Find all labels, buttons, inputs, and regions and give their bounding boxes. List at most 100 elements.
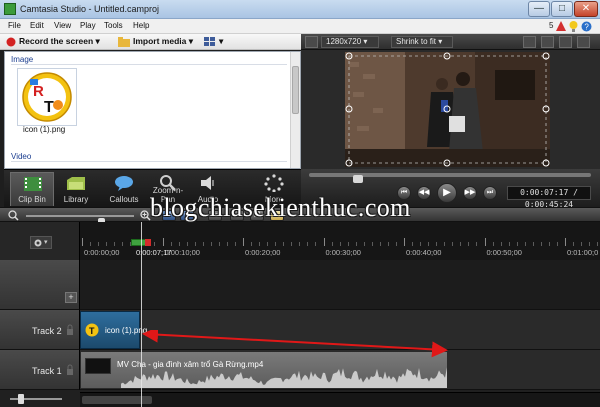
icon-image-thumbnail: R T: [22, 72, 72, 122]
detach-preview-button[interactable]: [559, 36, 572, 48]
ruler-minor-tick: [307, 242, 309, 246]
ruler-minor-tick: [291, 242, 293, 246]
timeline-zoom-slider[interactable]: [26, 215, 134, 228]
ruler-minor-tick: [436, 242, 438, 246]
ruler-minor-tick: [492, 242, 494, 246]
menu-tools[interactable]: Tools: [104, 21, 123, 30]
ruler-minor-tick: [194, 242, 196, 246]
notification-count: 5: [549, 21, 554, 30]
tab-label: Clip Bin: [18, 195, 46, 204]
video-frame[interactable]: [345, 52, 550, 167]
ruler-minor-tick: [106, 242, 108, 246]
ruler-minor-tick: [170, 242, 172, 246]
canvas-dimensions-dropdown[interactable]: 1280x720 ▾: [321, 36, 379, 48]
canvas-options-button[interactable]: [305, 36, 318, 48]
track-1-label: Track 1: [32, 366, 62, 376]
gear-icon: [34, 239, 42, 247]
menu-bar: File Edit View Play Tools Help 5 ?: [0, 19, 600, 34]
maximize-button[interactable]: □: [551, 1, 573, 17]
ruler-minor-tick: [299, 242, 301, 246]
ruler-minor-tick: [548, 242, 550, 246]
close-button[interactable]: ✕: [574, 1, 598, 17]
menu-play[interactable]: Play: [80, 21, 96, 30]
ruler-minor-tick: [363, 242, 365, 246]
folder-icon: [118, 36, 130, 47]
scrollbar-thumb[interactable]: [292, 66, 299, 114]
ruler-minor-tick: [412, 242, 414, 246]
ruler-minor-tick: [556, 242, 558, 246]
tab-library[interactable]: Library: [54, 172, 98, 206]
clip-bin-panel: Image R T icon (1).png Video: [4, 51, 301, 169]
rewind-button[interactable]: ◀◀: [417, 186, 431, 200]
timeline-settings-button[interactable]: ▾: [30, 236, 52, 249]
tab-callouts[interactable]: Callouts: [102, 172, 146, 206]
chevron-down-icon: ▾: [44, 239, 48, 246]
menu-file[interactable]: File: [8, 21, 21, 30]
fit-mode-value: Shrink to fit: [396, 37, 437, 46]
ruler-minor-tick: [379, 242, 381, 246]
tab-clip-bin[interactable]: Clip Bin: [10, 172, 54, 206]
track-height-slider[interactable]: [6, 392, 66, 406]
zoom-out-icon[interactable]: [8, 210, 19, 221]
fullscreen-button[interactable]: [577, 36, 590, 48]
playhead-end-marker[interactable]: [145, 239, 151, 246]
add-track-button[interactable]: +: [65, 292, 77, 303]
lock-icon[interactable]: [66, 324, 74, 336]
ruler-minor-tick: [154, 242, 156, 246]
ruler-minor-tick: [371, 242, 373, 246]
ruler-minor-tick: [234, 242, 236, 246]
track-1-header[interactable]: Track 1: [0, 350, 80, 390]
image-section-label: Image: [11, 55, 34, 64]
fast-forward-button[interactable]: ▶▶: [463, 186, 477, 200]
lightbulb-icon[interactable]: [569, 21, 578, 32]
import-media-button[interactable]: Import media ▾: [118, 36, 193, 47]
ruler-minor-tick: [347, 242, 349, 246]
pan-button[interactable]: [541, 36, 554, 48]
lock-icon[interactable]: [66, 364, 74, 376]
ruler-minor-tick: [597, 242, 599, 246]
ruler-minor-tick: [339, 242, 341, 246]
play-button[interactable]: ▶: [437, 183, 457, 203]
film-strip-icon: [24, 177, 42, 191]
video-clip-thumbnail: [85, 358, 111, 374]
ruler-minor-tick: [251, 242, 253, 246]
clip-bin-scrollbar[interactable]: [290, 52, 300, 168]
ruler-major-tick: [565, 238, 566, 246]
menu-edit[interactable]: Edit: [30, 21, 44, 30]
timeline-horizontal-scrollbar[interactable]: [80, 392, 600, 407]
menu-help[interactable]: Help: [133, 21, 149, 30]
media-thumbnail[interactable]: R T: [17, 68, 77, 126]
window-title: Camtasia Studio - Untitled.camproj: [20, 4, 160, 14]
ruler-minor-tick: [114, 242, 116, 246]
minimize-button[interactable]: —: [528, 1, 550, 17]
speech-bubble-icon: [115, 176, 133, 191]
preview-seek-bar[interactable]: [309, 173, 591, 183]
chevron-down-icon: ▾: [438, 37, 443, 46]
svg-text:T: T: [89, 326, 95, 336]
empty-track-lane[interactable]: [80, 260, 600, 310]
view-options-button[interactable]: ▾: [204, 36, 223, 47]
selection-handles[interactable]: [345, 52, 550, 167]
menu-view[interactable]: View: [54, 21, 71, 30]
playhead-line: [141, 222, 142, 407]
ruler-minor-tick: [202, 242, 204, 246]
seek-knob[interactable]: [353, 175, 363, 183]
help-icon[interactable]: ?: [581, 21, 592, 32]
video-section-label: Video: [11, 152, 32, 161]
timeline-ruler[interactable]: ▾ 0:00:00;00 0:00:10;00 0:00:20;00 0:00:30;…: [0, 222, 600, 260]
warning-icon[interactable]: [556, 21, 566, 31]
fit-mode-dropdown[interactable]: Shrink to fit ▾: [391, 36, 453, 48]
chevron-down-icon: ▾: [95, 36, 100, 46]
record-screen-button[interactable]: Record the screen ▾: [6, 36, 100, 47]
ruler-minor-tick: [259, 242, 261, 246]
skip-forward-button[interactable]: ⏭: [483, 186, 497, 200]
ruler-minor-tick: [500, 242, 502, 246]
track-2-header[interactable]: Track 2: [0, 310, 80, 350]
ruler-minor-tick: [468, 242, 470, 246]
image-clip[interactable]: T icon (1).png: [80, 311, 147, 349]
ruler-minor-tick: [420, 242, 422, 246]
ruler-tick-label: 0:00:20;00: [245, 248, 281, 257]
ruler-minor-tick: [315, 242, 317, 246]
crop-button[interactable]: [523, 36, 536, 48]
more-icon: [264, 174, 284, 192]
